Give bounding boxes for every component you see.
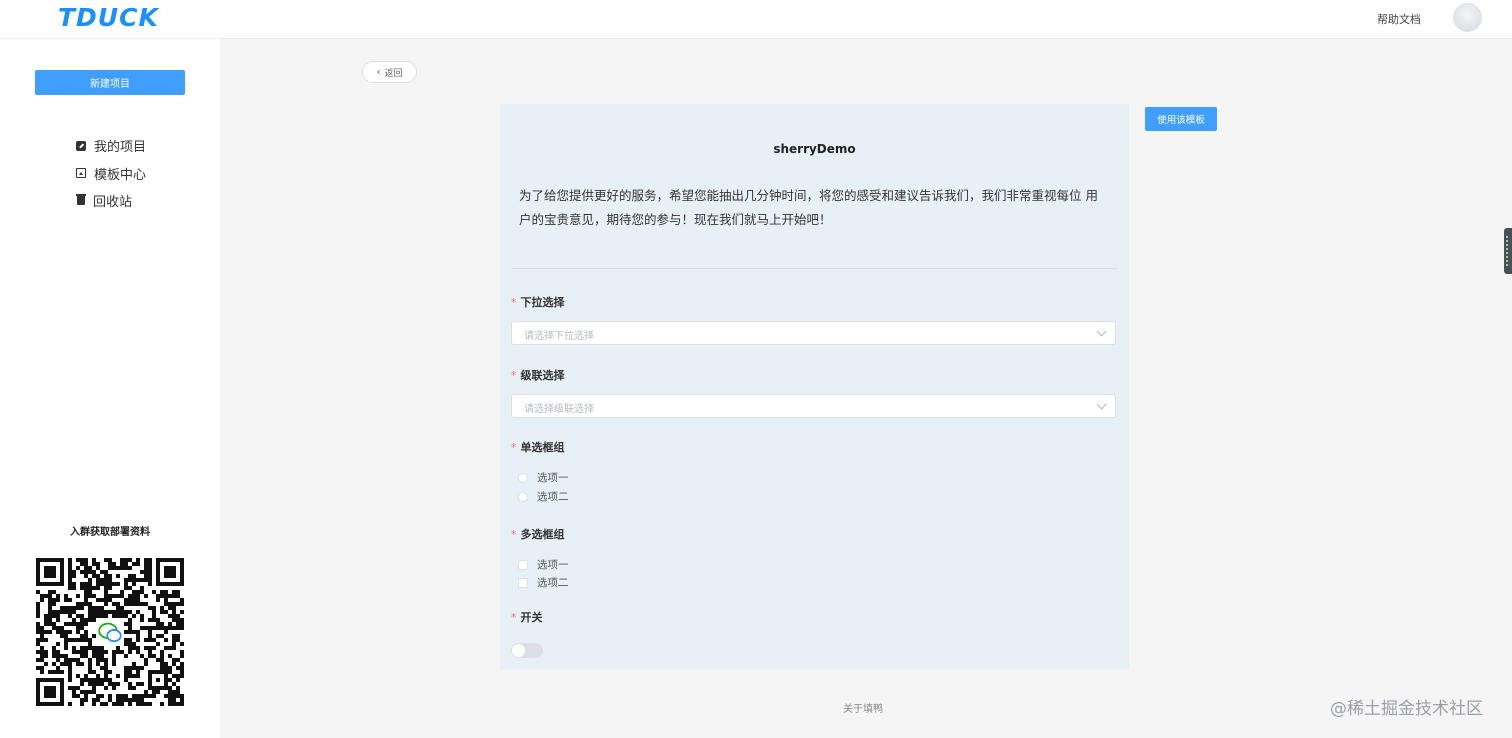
- question-label-switch: * 开关: [511, 609, 543, 625]
- option-label: 选项二: [537, 491, 569, 503]
- question-title: 下拉选择: [520, 296, 565, 309]
- sidebar-item-label: 回收站: [93, 195, 133, 211]
- top-header: TDUCK 帮助文档: [0, 0, 1512, 39]
- select-placeholder: 请选择下拉选择: [524, 331, 594, 342]
- radio-button[interactable]: [518, 491, 528, 502]
- select-placeholder: 请选择级联选择: [524, 404, 594, 415]
- option-label: 选项二: [537, 577, 569, 589]
- template-icon: [76, 168, 86, 179]
- side-panel-handle[interactable]: [1504, 228, 1512, 274]
- required-mark: *: [511, 369, 517, 382]
- sidebar-item-template-center[interactable]: 模板中心: [76, 160, 146, 188]
- sidebar-item-my-projects[interactable]: 我的项目: [76, 132, 146, 160]
- question-title: 级联选择: [520, 369, 565, 382]
- sidebar-item-recycle-bin[interactable]: 回收站: [76, 187, 146, 215]
- required-mark: *: [511, 296, 517, 309]
- option-label: 选项一: [537, 472, 569, 484]
- switch-knob: [512, 644, 525, 657]
- question-title: 多选框组: [520, 528, 565, 541]
- qr-title: 入群获取部署资料: [70, 527, 150, 538]
- form-preview-card: sherryDemo 为了给您提供更好的服务，希望您能抽出几分钟时间，将您的感受…: [500, 104, 1129, 669]
- checkbox-option-2[interactable]: 选项二: [518, 575, 569, 590]
- chevron-down-icon: [1096, 326, 1107, 337]
- tduck-logo[interactable]: TDUCK: [58, 2, 159, 34]
- cascader-select[interactable]: 请选择级联选择: [511, 394, 1116, 418]
- radio-option-2[interactable]: 选项二: [518, 489, 569, 504]
- checkbox[interactable]: [518, 577, 528, 588]
- wechat-group-qr-code: [36, 558, 184, 706]
- dropdown-select[interactable]: 请选择下拉选择: [511, 321, 1116, 345]
- edit-icon: [76, 140, 86, 151]
- new-project-button[interactable]: 新建项目: [35, 70, 185, 95]
- question-label-dropdown: * 下拉选择: [511, 294, 565, 310]
- required-mark: *: [511, 611, 517, 624]
- question-label-radio-group: * 单选框组: [511, 439, 565, 455]
- question-title: 开关: [520, 611, 543, 624]
- required-mark: *: [511, 528, 517, 541]
- chevron-down-icon: [1096, 399, 1107, 410]
- form-description: 为了给您提供更好的服务，希望您能抽出几分钟时间，将您的感受和建议告诉我们，我们非…: [519, 188, 1098, 227]
- option-label: 选项一: [537, 559, 569, 571]
- watermark: @稀土掘金技术社区: [1330, 699, 1483, 719]
- sidebar-item-label: 我的项目: [94, 140, 147, 156]
- checkbox[interactable]: [518, 559, 528, 570]
- back-button[interactable]: ‹ 返回: [362, 61, 417, 83]
- sidebar-menu: 我的项目 模板中心 回收站: [76, 132, 146, 215]
- checkbox-option-1[interactable]: 选项一: [518, 557, 569, 572]
- question-label-checkbox-group: * 多选框组: [511, 526, 565, 542]
- user-avatar[interactable]: [1453, 3, 1482, 32]
- sidebar: 新建项目 我的项目 模板中心 回收站 入群获取部署资料: [0, 39, 220, 738]
- question-label-cascader: * 级联选择: [511, 367, 565, 383]
- help-docs-link[interactable]: 帮助文档: [1377, 11, 1421, 27]
- toggle-switch[interactable]: [511, 643, 543, 658]
- chevron-left-icon: ‹: [376, 66, 381, 78]
- required-mark: *: [511, 441, 517, 454]
- divider: [512, 268, 1117, 269]
- about-link[interactable]: 关于填鸭: [843, 700, 883, 715]
- trash-icon: [76, 194, 86, 206]
- question-title: 单选框组: [520, 441, 565, 454]
- use-template-button[interactable]: 使用该模板: [1145, 107, 1217, 131]
- form-title: sherryDemo: [773, 142, 856, 156]
- radio-button[interactable]: [518, 472, 528, 483]
- back-label: 返回: [384, 68, 403, 79]
- radio-option-1[interactable]: 选项一: [518, 470, 569, 485]
- sidebar-item-label: 模板中心: [94, 167, 147, 183]
